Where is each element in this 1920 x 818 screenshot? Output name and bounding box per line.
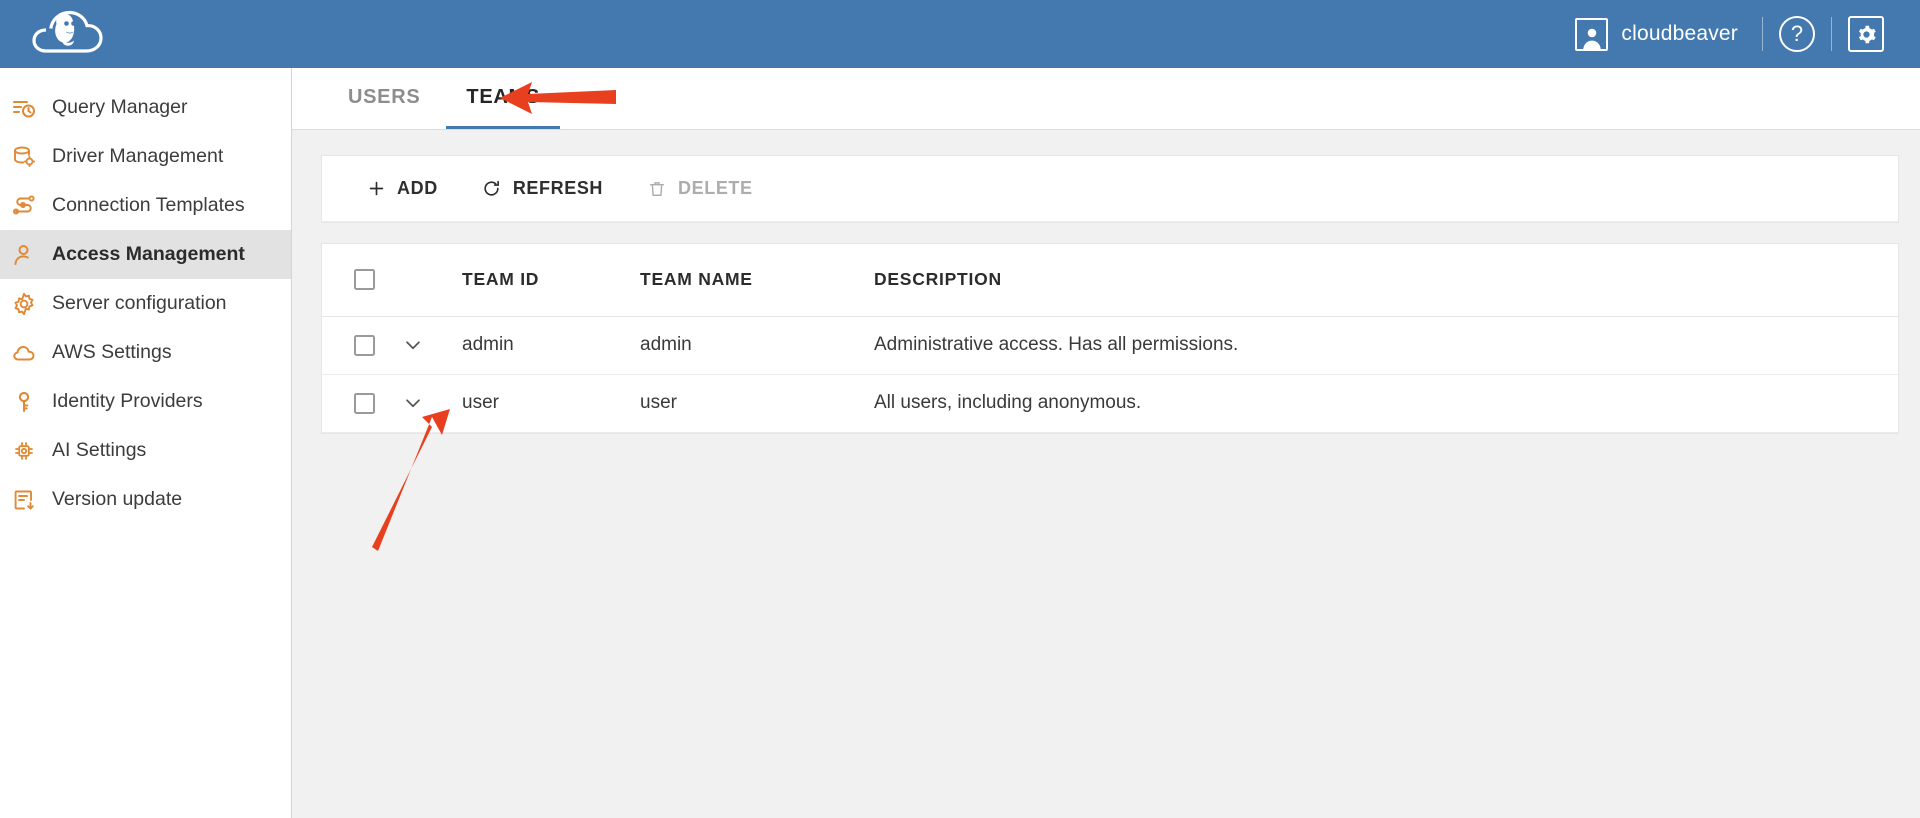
- teams-table-container: TEAM ID TEAM NAME DESCRIPTION: [322, 244, 1898, 433]
- user-avatar-icon: [1575, 18, 1608, 51]
- database-driver-icon: [10, 143, 38, 171]
- main-content: USERS TEAMS ADD: [292, 68, 1920, 818]
- sidebar-item-label: AWS Settings: [52, 341, 172, 364]
- sidebar-item-label: Driver Management: [52, 145, 223, 168]
- refresh-icon: [482, 179, 502, 199]
- table-row[interactable]: admin admin Administrative access. Has a…: [322, 316, 1898, 374]
- sidebar-item-ai-settings[interactable]: AI Settings: [0, 426, 291, 475]
- select-all-checkbox[interactable]: [354, 269, 375, 290]
- row-expander-cell: [400, 316, 462, 374]
- table-header-row: TEAM ID TEAM NAME DESCRIPTION: [322, 244, 1898, 316]
- connection-templates-icon: [10, 192, 38, 220]
- query-manager-icon: [10, 94, 38, 122]
- sidebar-item-access-management[interactable]: Access Management: [0, 230, 291, 279]
- access-management-tabs: USERS TEAMS: [292, 68, 1920, 130]
- user-access-icon: [10, 241, 38, 269]
- user-name-label: cloudbeaver: [1621, 22, 1738, 46]
- chevron-down-icon[interactable]: [400, 390, 426, 416]
- cell-team-name: user: [640, 374, 874, 432]
- row-select-cell: [322, 374, 400, 432]
- teams-toolbar: ADD REFRESH: [322, 156, 1898, 222]
- expander-header: [400, 244, 462, 316]
- sidebar-item-server-configuration[interactable]: Server configuration: [0, 279, 291, 328]
- sidebar-item-query-manager[interactable]: Query Manager: [0, 83, 291, 132]
- delete-team-label: DELETE: [678, 178, 753, 199]
- sidebar-item-label: AI Settings: [52, 439, 146, 462]
- add-team-label: ADD: [397, 178, 438, 199]
- description-header[interactable]: DESCRIPTION: [874, 244, 1898, 316]
- sidebar-item-label: Identity Providers: [52, 390, 203, 413]
- cloudbeaver-admin-window: cloudbeaver ?: [0, 0, 1920, 818]
- app-header: cloudbeaver ?: [0, 0, 1920, 68]
- sidebar-item-driver-management[interactable]: Driver Management: [0, 132, 291, 181]
- cell-team-id: user: [462, 374, 640, 432]
- delete-team-button[interactable]: DELETE: [629, 169, 771, 208]
- tab-users[interactable]: USERS: [328, 68, 440, 129]
- row-select-cell: [322, 316, 400, 374]
- help-icon: ?: [1779, 16, 1815, 52]
- select-all-header: [322, 244, 400, 316]
- team-name-header[interactable]: TEAM NAME: [640, 244, 874, 316]
- body-container: Query Manager Driver Management: [0, 68, 1920, 818]
- user-menu[interactable]: cloudbeaver: [1575, 12, 1762, 56]
- sidebar-navigation: Query Manager Driver Management: [0, 68, 292, 818]
- sidebar-item-label: Access Management: [52, 243, 245, 266]
- sidebar-item-connection-templates[interactable]: Connection Templates: [0, 181, 291, 230]
- settings-button[interactable]: [1832, 5, 1900, 63]
- sidebar-item-label: Query Manager: [52, 96, 187, 119]
- header-actions: cloudbeaver ?: [1575, 0, 1900, 68]
- key-icon: [10, 388, 38, 416]
- teams-table-head: TEAM ID TEAM NAME DESCRIPTION: [322, 244, 1898, 316]
- cell-team-id: admin: [462, 316, 640, 374]
- chip-ai-icon: [10, 437, 38, 465]
- team-id-header[interactable]: TEAM ID: [462, 244, 640, 316]
- chevron-down-icon[interactable]: [400, 332, 426, 358]
- version-update-icon: [10, 486, 38, 514]
- sidebar-item-identity-providers[interactable]: Identity Providers: [0, 377, 291, 426]
- add-team-button[interactable]: ADD: [348, 169, 456, 208]
- plus-icon: [366, 179, 386, 199]
- refresh-teams-label: REFRESH: [513, 178, 603, 199]
- teams-toolbar-panel: ADD REFRESH: [322, 156, 1898, 222]
- cloudbeaver-logo[interactable]: [26, 6, 112, 62]
- tab-teams[interactable]: TEAMS: [446, 68, 560, 129]
- gear-icon: [1848, 16, 1884, 52]
- trash-icon: [647, 179, 667, 199]
- sidebar-item-label: Connection Templates: [52, 194, 245, 217]
- teams-content-area: ADD REFRESH: [292, 130, 1920, 818]
- row-checkbox[interactable]: [354, 335, 375, 356]
- refresh-teams-button[interactable]: REFRESH: [464, 169, 621, 208]
- cell-team-name: admin: [640, 316, 874, 374]
- teams-table: TEAM ID TEAM NAME DESCRIPTION: [322, 244, 1898, 433]
- cell-description: Administrative access. Has all permissio…: [874, 316, 1898, 374]
- row-expander-cell: [400, 374, 462, 432]
- gear-icon: [10, 290, 38, 318]
- sidebar-item-version-update[interactable]: Version update: [0, 475, 291, 524]
- sidebar-item-label: Version update: [52, 488, 182, 511]
- table-row[interactable]: user user All users, including anonymous…: [322, 374, 1898, 432]
- cell-description: All users, including anonymous.: [874, 374, 1898, 432]
- row-checkbox[interactable]: [354, 393, 375, 414]
- cloud-icon: [10, 339, 38, 367]
- teams-table-body: admin admin Administrative access. Has a…: [322, 316, 1898, 432]
- sidebar-item-aws-settings[interactable]: AWS Settings: [0, 328, 291, 377]
- help-button[interactable]: ?: [1763, 5, 1831, 63]
- sidebar-item-label: Server configuration: [52, 292, 227, 315]
